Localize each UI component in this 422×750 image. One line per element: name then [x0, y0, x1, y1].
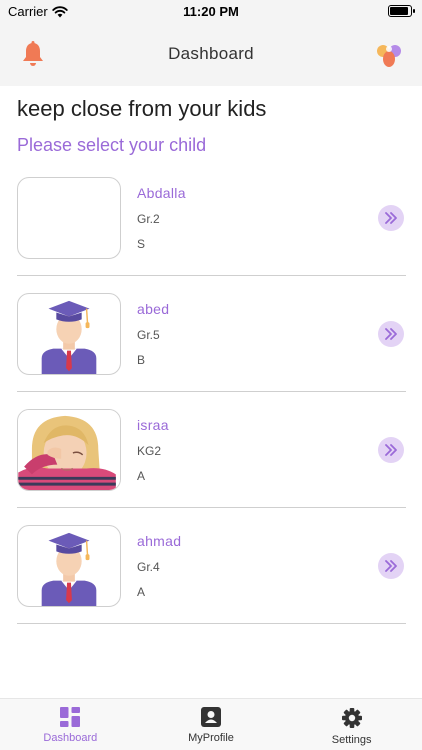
double-chevron-right-icon: [385, 560, 397, 572]
child-name: ahmad: [137, 533, 182, 549]
child-avatar: [17, 177, 121, 259]
graduate-avatar-icon: [41, 532, 97, 606]
tab-myprofile-label: MyProfile: [188, 732, 234, 744]
open-child-button[interactable]: [378, 321, 404, 347]
child-photo: [18, 410, 120, 490]
tab-bar: Dashboard MyProfile Settings: [0, 698, 422, 750]
tab-myprofile[interactable]: MyProfile: [141, 699, 282, 750]
double-chevron-right-icon: [385, 328, 397, 340]
child-name: Abdalla: [137, 185, 186, 201]
tab-dashboard-label: Dashboard: [43, 732, 98, 744]
child-list: Abdalla Gr.2 S abed Gr.5 B israa KG2 A a…: [17, 160, 406, 624]
tab-settings[interactable]: Settings: [281, 699, 422, 750]
app-logo-icon: [377, 45, 401, 67]
page-subheading: Please select your child: [17, 135, 207, 155]
child-name: abed: [137, 301, 170, 317]
profile-icon: [201, 707, 221, 727]
open-child-button[interactable]: [378, 205, 404, 231]
dashboard-icon: [60, 707, 81, 727]
battery-icon: [388, 5, 415, 17]
page-heading: keep close from your kids: [17, 96, 267, 121]
double-chevron-right-icon: [385, 212, 397, 224]
child-section: B: [137, 353, 146, 367]
double-chevron-right-icon: [385, 444, 397, 456]
child-avatar: [17, 525, 121, 607]
child-list-item[interactable]: israa KG2 A: [17, 392, 406, 508]
tab-settings-label: Settings: [331, 734, 372, 746]
child-section: A: [137, 469, 146, 483]
open-child-button[interactable]: [378, 553, 404, 579]
child-avatar: [17, 409, 121, 491]
open-child-button[interactable]: [378, 437, 404, 463]
child-grade: KG2: [137, 444, 162, 458]
tab-dashboard[interactable]: Dashboard: [0, 699, 141, 750]
page-title: Dashboard: [168, 44, 254, 63]
graduate-avatar-icon: [41, 300, 97, 374]
gear-icon: [341, 708, 362, 728]
child-avatar: [17, 293, 121, 375]
child-section: S: [137, 237, 146, 251]
child-name: israa: [137, 417, 169, 433]
status-bar: Carrier 11:20 PM: [0, 0, 422, 24]
child-section: A: [137, 585, 146, 599]
child-grade: Gr.5: [137, 328, 160, 342]
child-list-item[interactable]: ahmad Gr.4 A: [17, 508, 406, 624]
app-logo-button[interactable]: [374, 40, 404, 70]
child-grade: Gr.2: [137, 212, 160, 226]
nav-bar: Dashboard: [0, 24, 422, 86]
child-list-item[interactable]: Abdalla Gr.2 S: [17, 160, 406, 276]
child-grade: Gr.4: [137, 560, 160, 574]
child-list-item[interactable]: abed Gr.5 B: [17, 276, 406, 392]
clock: 11:20 PM: [183, 4, 239, 19]
